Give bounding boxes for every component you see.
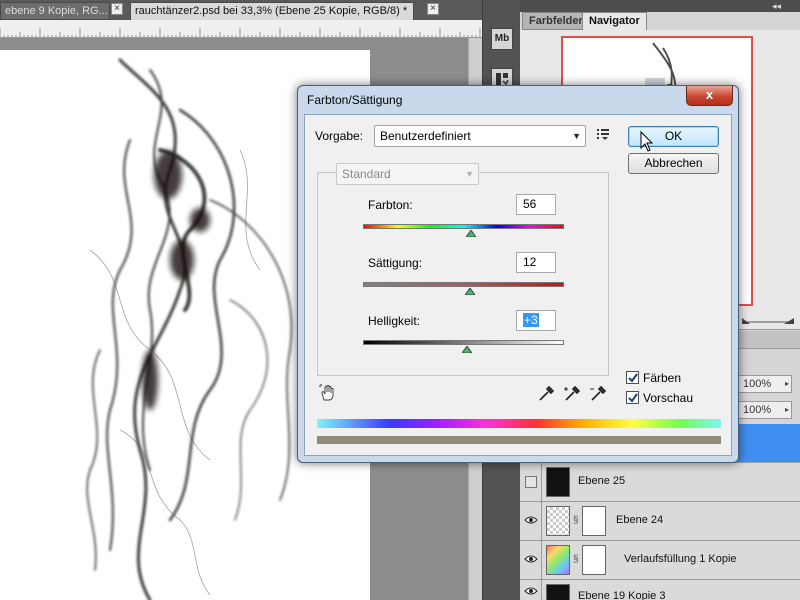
svg-text:◂◂: ◂◂ [772, 2, 782, 12]
document-tab-bar: ebene 9 Kopie, RG... × rauchtänzer2.psd … [0, 0, 482, 20]
eyedropper-icon[interactable] [537, 385, 555, 403]
colorize-label: Färben [643, 371, 682, 385]
tab-navigator[interactable]: Navigator [582, 12, 647, 30]
lightness-slider-track[interactable] [363, 340, 564, 345]
hue-slider-thumb[interactable] [465, 230, 476, 237]
layer-row-ebene-24[interactable]: § Ebene 24 [520, 501, 800, 540]
preset-options-icon[interactable] [597, 128, 611, 140]
visibility-toggle-off[interactable] [525, 476, 537, 488]
gradient-fill-thumbnail [546, 545, 570, 575]
targeted-adjustment-hand-icon[interactable] [319, 384, 337, 402]
link-chain-icon[interactable]: § [573, 554, 579, 566]
navigator-zoom-slider[interactable] [740, 316, 796, 326]
lightness-input[interactable]: +3 [516, 310, 556, 331]
preset-value: Benutzerdefiniert [380, 129, 471, 143]
hue-label: Farbton: [368, 198, 413, 212]
horizontal-ruler [0, 20, 482, 38]
layer-row-ebene-25[interactable]: Ebene 25 [520, 462, 800, 501]
layer-thumbnail [546, 467, 570, 497]
dialog-titlebar[interactable]: Farbton/Sättigung x [298, 86, 738, 114]
layer-name: Ebene 19 Kopie 3 [578, 590, 666, 600]
mouse-cursor-icon [640, 131, 654, 152]
preset-label: Vorgabe: [315, 129, 364, 143]
layer-name: Ebene 24 [616, 514, 664, 526]
layer-mask-thumbnail [582, 506, 606, 536]
layer-row-ebene-19-kopie-3[interactable]: Ebene 19 Kopie 3 [520, 579, 800, 600]
layer-name: Verlaufsfüllung 1 Kopie [624, 553, 737, 565]
checkmark-icon [628, 373, 638, 383]
cancel-button[interactable]: Abbrechen [628, 153, 719, 174]
eye-icon[interactable] [524, 515, 538, 525]
hue-value: 56 [523, 197, 537, 211]
close-tab-icon[interactable]: × [427, 3, 439, 15]
visibility-cell[interactable] [520, 463, 542, 501]
panel-header-bar: ◂◂ [520, 0, 800, 12]
hue-slider-track[interactable] [363, 224, 564, 229]
eye-icon[interactable] [524, 554, 538, 564]
layer-thumbnail [546, 584, 570, 600]
hue-saturation-dialog: Farbton/Sättigung x Vorgabe: Benutzerdef… [297, 85, 739, 463]
dialog-title: Farbton/Sättigung [307, 93, 403, 107]
dialog-body: Vorgabe: Benutzerdefiniert ▼ OK Abbrechen… [304, 114, 732, 456]
eyedropper-plus-icon[interactable] [563, 385, 581, 403]
result-color-bar [317, 436, 721, 444]
visibility-cell[interactable] [520, 580, 542, 600]
source-spectrum-bar [317, 419, 721, 428]
tab-label: Farbfelder [529, 15, 583, 27]
preview-label: Vorschau [643, 391, 694, 405]
visibility-cell[interactable] [520, 502, 542, 540]
ok-label: OK [664, 129, 683, 143]
eyedropper-minus-icon[interactable] [589, 385, 607, 403]
hue-input[interactable]: 56 [516, 194, 556, 215]
saturation-value: 12 [523, 255, 537, 269]
saturation-slider-thumb[interactable] [464, 288, 475, 295]
link-chain-icon[interactable]: § [573, 515, 579, 527]
eye-icon[interactable] [524, 586, 538, 596]
colorize-checkbox[interactable] [626, 371, 639, 384]
document-tab-label: rauchtänzer2.psd bei 33,3% (Ebene 25 Kop… [135, 5, 408, 17]
layer-row-verlaufsfuellung[interactable]: § Verlaufsfüllung 1 Kopie [520, 540, 800, 579]
preset-dropdown[interactable]: Benutzerdefiniert ▼ [374, 125, 586, 147]
lightness-value: +3 [523, 313, 539, 327]
close-button[interactable]: x [686, 86, 733, 106]
chevron-down-icon: ▼ [465, 169, 474, 179]
layer-mask-thumbnail [582, 545, 606, 575]
fill-field[interactable]: 100% ▸ [738, 401, 792, 419]
chevron-down-icon: ▼ [572, 131, 581, 141]
layer-name: Ebene 25 [578, 475, 626, 487]
cancel-label: Abbrechen [644, 156, 703, 170]
preview-checkbox[interactable] [626, 391, 639, 404]
lightness-slider-thumb[interactable] [461, 346, 472, 353]
saturation-label: Sättigung: [368, 256, 423, 270]
saturation-input[interactable]: 12 [516, 252, 556, 273]
layer-thumbnail [546, 506, 570, 536]
tab-label: Navigator [589, 15, 640, 27]
checkmark-icon [628, 393, 638, 403]
close-tab-icon[interactable]: × [111, 3, 123, 15]
opacity-value: 100% [743, 378, 772, 390]
saturation-slider-track[interactable] [363, 282, 564, 287]
fill-value: 100% [743, 404, 772, 416]
document-tab-rauchtaenzer[interactable]: rauchtänzer2.psd bei 33,3% (Ebene 25 Kop… [130, 2, 414, 20]
mini-bridge-button[interactable]: Mb [491, 28, 513, 50]
tab-farbfelder[interactable]: Farbfelder [522, 12, 590, 30]
channel-value: Standard [342, 167, 391, 181]
opacity-field[interactable]: 100% ▸ [738, 375, 792, 393]
mini-bridge-label: Mb [494, 33, 510, 44]
channel-dropdown[interactable]: Standard ▼ [336, 163, 479, 185]
close-icon: x [705, 87, 714, 102]
document-tab-ebene9[interactable]: ebene 9 Kopie, RG... [0, 2, 110, 20]
lightness-label: Helligkeit: [368, 314, 421, 328]
visibility-cell[interactable] [520, 541, 542, 579]
document-tab-label: ebene 9 Kopie, RG... [5, 5, 108, 17]
